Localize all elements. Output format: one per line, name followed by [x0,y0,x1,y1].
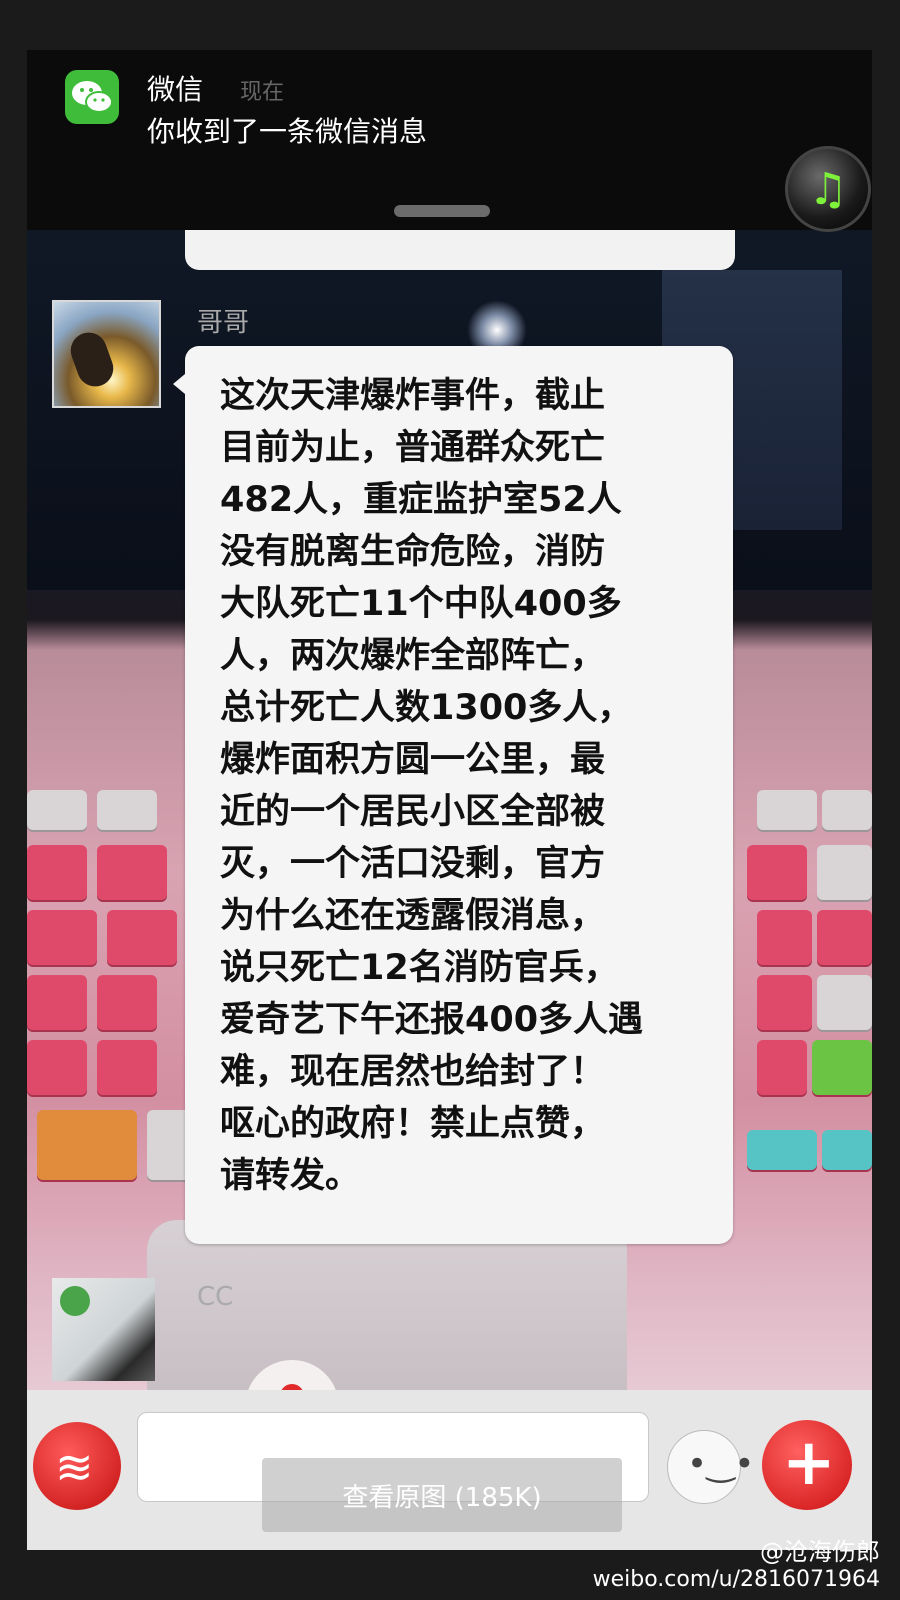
watermark-url: weibo.com/u/2816071964 [592,1567,880,1592]
key [27,1040,87,1095]
key [97,975,157,1030]
key [97,845,167,900]
avatar-photo [65,327,119,392]
phone-screen: 哥哥 这次天津爆炸事件，截止 目前为止，普通群众死亡 482人，重症监护室52人… [27,50,872,1550]
key [822,1130,872,1170]
emoji-button[interactable]: •‿• [667,1430,754,1504]
key [747,845,807,900]
watermark-handle: @沧海伤郎 [760,1538,880,1566]
music-note-icon: ♫ [808,163,848,215]
key [817,910,872,965]
music-button[interactable]: ♫ [785,146,871,232]
key [27,845,87,900]
previous-message-bubble[interactable] [185,230,735,270]
key [97,1040,157,1095]
notification-drag-handle[interactable] [394,205,490,217]
notification-time: 现在 [240,80,285,105]
view-original-button[interactable]: 查看原图 (185K) [262,1458,622,1532]
plus-icon: + [782,1426,836,1500]
sender-name: 哥哥 [197,308,250,338]
notification-app-name: 微信 [147,73,204,106]
key [97,790,157,830]
key [757,910,812,965]
key [812,1040,872,1095]
sender-name: CC [197,1282,234,1312]
notification-banner[interactable]: 微信 现在 你收到了一条微信消息 [27,50,872,230]
key [27,975,87,1030]
key [757,1040,807,1095]
avatar-photo [60,1286,90,1316]
voice-icon: ≋ [55,1440,94,1494]
voice-button[interactable]: ≋ [33,1422,121,1510]
message-text: 这次天津爆炸事件，截止 目前为止，普通群众死亡 482人，重症监护室52人 没有… [220,376,644,1196]
wechat-icon [65,70,119,124]
key [757,790,817,830]
key [747,1130,817,1170]
key [817,975,872,1030]
key [817,845,872,900]
message-bubble[interactable]: 这次天津爆炸事件，截止 目前为止，普通群众死亡 482人，重症监护室52人 没有… [173,346,733,1244]
key [757,975,812,1030]
key [37,1110,137,1180]
plus-button[interactable]: + [762,1420,852,1510]
key [107,910,177,965]
avatar[interactable] [52,1278,155,1381]
notification-message: 你收到了一条微信消息 [147,115,428,148]
key [27,790,87,830]
key [822,790,872,830]
emoji-icon: •‿• [687,1444,755,1484]
avatar[interactable] [52,300,161,408]
key [27,910,97,965]
watermark: @沧海伤郎 weibo.com/u/2816071964 [593,1532,880,1592]
